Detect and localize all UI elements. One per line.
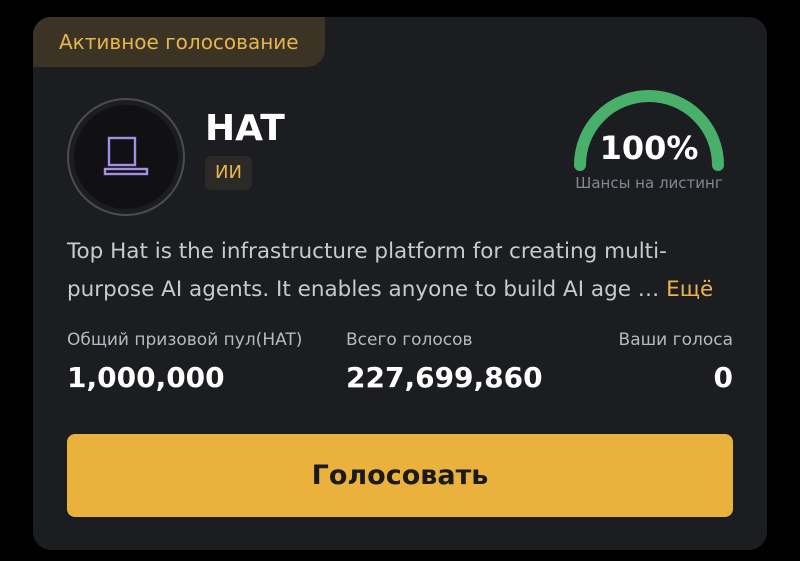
listing-chance-label: Шансы на листинг	[575, 174, 723, 192]
total-votes-label: Всего голосов	[346, 330, 473, 350]
token-logo-background	[74, 105, 178, 209]
category-tag: ИИ	[205, 156, 252, 190]
your-votes-value: 0	[713, 361, 733, 394]
voting-card: Активное голосование HAT ИИ 100% Шансы н…	[33, 17, 767, 550]
prize-pool-label: Общий призовой пул(HAT)	[67, 330, 303, 350]
token-name: HAT	[205, 108, 285, 149]
active-voting-badge: Активное голосование	[33, 17, 325, 67]
show-more-link[interactable]: Ещё	[666, 277, 713, 302]
token-logo	[67, 98, 185, 216]
vote-button[interactable]: Голосовать	[67, 434, 733, 517]
description-text: Top Hat is the infrastructure platform f…	[67, 239, 667, 302]
total-votes-value: 227,699,860	[346, 361, 543, 394]
listing-chance-value: 100%	[599, 129, 699, 167]
token-description: Top Hat is the infrastructure platform f…	[67, 233, 737, 309]
monitor-icon	[103, 136, 149, 176]
prize-pool-value: 1,000,000	[67, 361, 225, 394]
your-votes-label: Ваши голоса	[618, 330, 733, 350]
